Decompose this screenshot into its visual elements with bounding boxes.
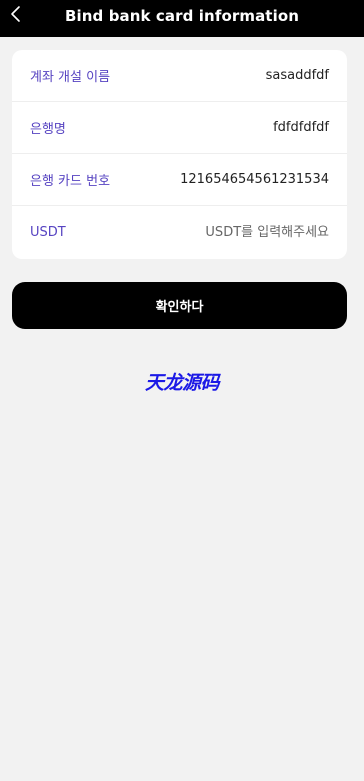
confirm-button[interactable]: 확인하다 — [12, 282, 347, 329]
account-name-value[interactable]: sasaddfdf — [266, 68, 329, 83]
card-number-value[interactable]: 121654654561231534 — [180, 172, 329, 187]
bank-name-row[interactable]: 은행명 fdfdfdfdf — [12, 102, 347, 154]
account-name-row[interactable]: 계좌 개설 이름 sasaddfdf — [12, 50, 347, 102]
usdt-row[interactable]: USDT — [12, 206, 347, 258]
bank-name-label: 은행명 — [30, 122, 66, 137]
account-name-label: 계좌 개설 이름 — [30, 70, 111, 85]
card-number-label: 은행 카드 번호 — [30, 174, 111, 189]
header-bar: Bind bank card information — [0, 0, 364, 37]
usdt-label: USDT — [30, 224, 66, 240]
bank-name-value[interactable]: fdfdfdfdf — [273, 120, 329, 135]
watermark-logo: 天龙源码 — [144, 372, 220, 394]
page-title: Bind bank card information — [64, 7, 300, 25]
card-number-row[interactable]: 은행 카드 번호 121654654561231534 — [12, 154, 347, 206]
bank-card-form: 계좌 개설 이름 sasaddfdf 은행명 fdfdfdfdf 은행 카드 번… — [12, 50, 347, 259]
usdt-input[interactable] — [159, 224, 329, 240]
